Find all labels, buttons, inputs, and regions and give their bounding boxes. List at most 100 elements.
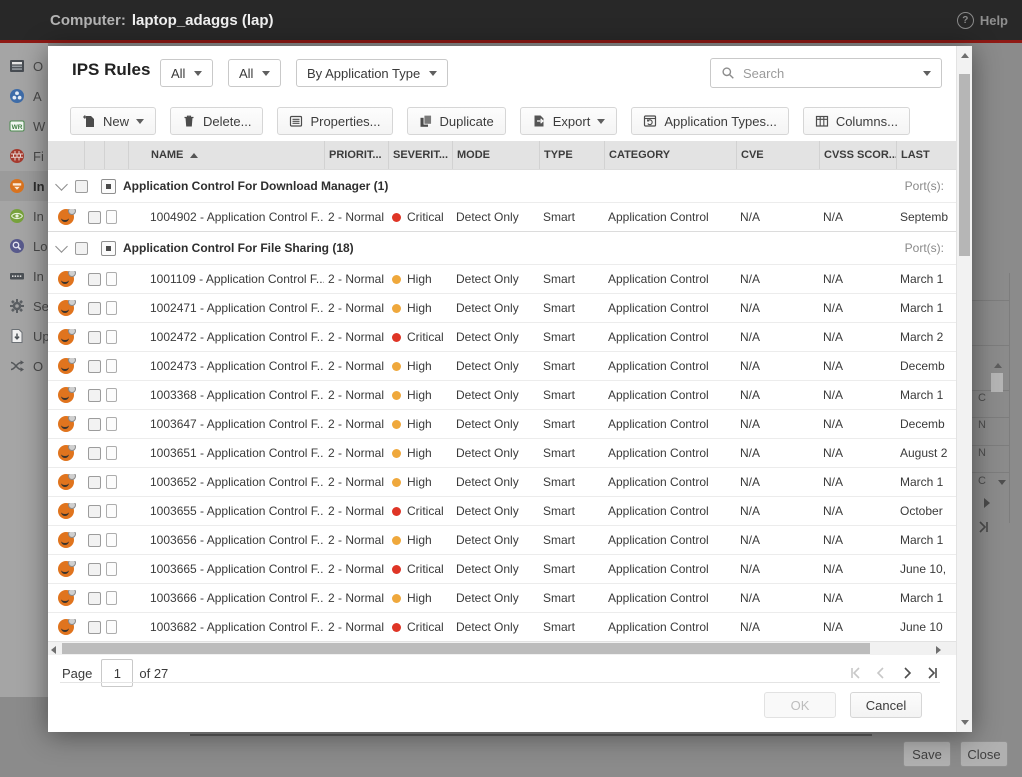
rule-priority: 2 - Normal <box>324 330 388 344</box>
rule-cve: N/A <box>736 272 819 286</box>
column-header-category[interactable]: CATEGORY <box>604 141 736 169</box>
row-checkbox[interactable] <box>88 563 101 576</box>
scroll-up-icon[interactable] <box>961 53 969 58</box>
sidebar-item-intrusion-prevention[interactable]: In <box>0 171 48 201</box>
rule-row[interactable]: 1001109 - Application Control F... 2 - N… <box>48 264 956 293</box>
export-button[interactable]: Export <box>520 107 618 135</box>
rule-row[interactable]: 1003368 - Application Control F... 2 - N… <box>48 380 956 409</box>
search-options-caret-icon[interactable] <box>923 71 931 76</box>
column-header-cve[interactable]: CVE <box>736 141 819 169</box>
column-header-severity[interactable]: SEVERIT... <box>388 141 452 169</box>
rule-row[interactable]: 1003647 - Application Control F... 2 - N… <box>48 409 956 438</box>
scroll-right-icon[interactable] <box>936 646 941 654</box>
row-checkbox[interactable] <box>88 505 101 518</box>
rule-cvss-score: N/A <box>819 620 896 634</box>
table-body: Application Control For Download Manager… <box>48 169 956 641</box>
rule-row[interactable]: 1002473 - Application Control F... 2 - N… <box>48 351 956 380</box>
row-checkbox[interactable] <box>88 389 101 402</box>
sidebar-item-overrides[interactable]: O <box>0 351 48 381</box>
save-button[interactable]: Save <box>903 741 951 767</box>
group-checkbox[interactable] <box>75 180 88 193</box>
rule-page-icon <box>106 210 117 224</box>
help-link[interactable]: ? Help <box>957 12 1008 29</box>
row-checkbox[interactable] <box>88 592 101 605</box>
rule-row[interactable]: 1003652 - Application Control F... 2 - N… <box>48 467 956 496</box>
last-page-icon[interactable] <box>926 666 940 680</box>
ports-label: Port(s): <box>905 179 956 193</box>
cancel-button[interactable]: Cancel <box>850 692 922 718</box>
rule-priority: 2 - Normal <box>324 210 388 224</box>
sidebar-item-integrity-monitoring[interactable]: In <box>0 201 48 231</box>
rule-type: Smart <box>539 417 604 431</box>
scroll-down-icon[interactable] <box>961 720 969 725</box>
sidebar-item-overview[interactable]: O <box>0 51 48 81</box>
application-types-button[interactable]: Application Types... <box>631 107 789 135</box>
horizontal-scrollbar[interactable] <box>48 641 956 655</box>
row-checkbox[interactable] <box>88 302 101 315</box>
column-header-priority[interactable]: PRIORIT... <box>324 141 388 169</box>
columns-button[interactable]: Columns... <box>803 107 910 135</box>
properties-button[interactable]: Properties... <box>277 107 392 135</box>
filter-dropdown-2[interactable]: All <box>228 59 281 87</box>
next-page-icon[interactable] <box>900 666 914 680</box>
sidebar-item-web-reputation[interactable]: WR W <box>0 111 48 141</box>
vertical-scrollbar[interactable] <box>956 46 972 732</box>
row-checkbox[interactable] <box>88 621 101 634</box>
close-button[interactable]: Close <box>960 741 1008 767</box>
column-header-type[interactable]: TYPE <box>539 141 604 169</box>
vertical-scrollbar-thumb[interactable] <box>959 74 970 256</box>
row-checkbox[interactable] <box>88 360 101 373</box>
chevron-down-icon[interactable] <box>55 178 68 191</box>
chevron-down-icon[interactable] <box>55 240 68 253</box>
column-header-cvss-score[interactable]: CVSS SCOR... <box>819 141 896 169</box>
rule-row[interactable]: 1004902 - Application Control F... 2 - N… <box>48 202 956 231</box>
first-page-icon[interactable] <box>848 666 862 680</box>
rule-severity: High <box>388 359 452 373</box>
row-checkbox[interactable] <box>88 447 101 460</box>
rule-row[interactable]: 1002472 - Application Control F... 2 - N… <box>48 322 956 351</box>
scroll-left-icon[interactable] <box>51 646 56 654</box>
rule-row[interactable]: 1003666 - Application Control F... 2 - N… <box>48 583 956 612</box>
column-header-last[interactable]: LAST <box>896 141 956 169</box>
new-button[interactable]: New <box>70 107 156 135</box>
row-checkbox[interactable] <box>88 331 101 344</box>
previous-page-icon[interactable] <box>874 666 888 680</box>
search-input[interactable]: Search <box>710 58 942 88</box>
sidebar-item-label: O <box>33 359 43 374</box>
ok-button[interactable]: OK <box>764 692 836 718</box>
filter-dropdown-application-type[interactable]: By Application Type <box>296 59 448 87</box>
rule-page-icon <box>106 301 117 315</box>
rule-row[interactable]: 1003656 - Application Control F... 2 - N… <box>48 525 956 554</box>
rule-row[interactable]: 1002471 - Application Control F... 2 - N… <box>48 293 956 322</box>
sidebar-item-settings[interactable]: Se <box>0 291 48 321</box>
row-checkbox[interactable] <box>88 273 101 286</box>
column-header-mode[interactable]: MODE <box>452 141 539 169</box>
filter-dropdown-1[interactable]: All <box>160 59 213 87</box>
rule-row[interactable]: 1003665 - Application Control F... 2 - N… <box>48 554 956 583</box>
trash-icon <box>182 114 196 128</box>
row-checkbox[interactable] <box>88 534 101 547</box>
ips-rule-icon <box>58 532 74 548</box>
firewall-icon <box>9 148 25 164</box>
group-checkbox[interactable] <box>75 242 88 255</box>
rule-page-icon <box>106 388 117 402</box>
sidebar-item-anti-malware[interactable]: A <box>0 81 48 111</box>
rule-row[interactable]: 1003655 - Application Control F... 2 - N… <box>48 496 956 525</box>
row-checkbox[interactable] <box>88 476 101 489</box>
sidebar-item-log-inspection[interactable]: Lo <box>0 231 48 261</box>
sidebar-item-updates[interactable]: Up <box>0 321 48 351</box>
sidebar-item-interfaces[interactable]: In <box>0 261 48 291</box>
group-row[interactable]: Application Control For File Sharing (18… <box>48 231 956 264</box>
column-header-name[interactable]: NAME <box>128 141 324 169</box>
rule-row[interactable]: 1003682 - Application Control F... 2 - N… <box>48 612 956 641</box>
horizontal-scrollbar-thumb[interactable] <box>62 643 870 654</box>
delete-button[interactable]: Delete... <box>170 107 263 135</box>
rule-last-updated: June 10 <box>896 620 956 634</box>
group-row[interactable]: Application Control For Download Manager… <box>48 169 956 202</box>
rule-row[interactable]: 1003651 - Application Control F... 2 - N… <box>48 438 956 467</box>
duplicate-button[interactable]: Duplicate <box>407 107 506 135</box>
row-checkbox[interactable] <box>88 418 101 431</box>
row-checkbox[interactable] <box>88 211 101 224</box>
sidebar-item-firewall[interactable]: Fi <box>0 141 48 171</box>
rule-category: Application Control <box>604 504 736 518</box>
